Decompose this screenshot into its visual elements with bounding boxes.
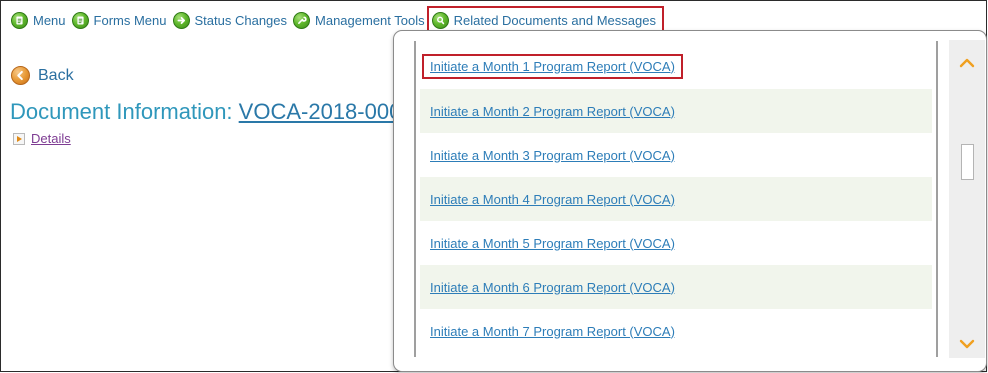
nav-forms-menu[interactable]: Forms Menu	[71, 11, 167, 29]
scrollbar[interactable]	[949, 40, 985, 358]
back-label: Back	[38, 66, 74, 84]
list-item[interactable]: Initiate a Month 6 Program Report (VOCA)	[420, 265, 932, 309]
back-arrow-icon	[11, 66, 30, 85]
list-item-label: Initiate a Month 7 Program Report (VOCA)	[430, 323, 675, 339]
nav-management-tools-label: Management Tools	[315, 12, 425, 28]
related-documents-list: Initiate a Month 1 Program Report (VOCA)…	[414, 41, 938, 357]
document-information-heading: Document Information: VOCA-2018-00005	[10, 99, 426, 125]
list-item-label: Initiate a Month 2 Program Report (VOCA)	[430, 103, 675, 119]
document-information-prefix: Document Information:	[10, 99, 233, 124]
list-item[interactable]: Initiate a Month 4 Program Report (VOCA)	[420, 177, 932, 221]
list-item[interactable]: Initiate a Month 5 Program Report (VOCA)	[420, 221, 932, 265]
list-item-label: Initiate a Month 5 Program Report (VOCA)	[430, 235, 675, 251]
nav-status-changes[interactable]: Status Changes	[172, 11, 288, 29]
green-page-icon	[11, 11, 28, 29]
list-item-label: Initiate a Month 1 Program Report (VOCA)	[422, 53, 683, 79]
details-toggle[interactable]: Details	[13, 131, 71, 146]
details-label: Details	[31, 131, 71, 146]
list-item-label: Initiate a Month 4 Program Report (VOCA)	[430, 191, 675, 207]
nav-status-changes-label: Status Changes	[194, 12, 288, 28]
list-item[interactable]: Initiate a Month 3 Program Report (VOCA)	[420, 133, 932, 177]
green-page-icon	[71, 11, 89, 29]
list-item-label: Initiate a Month 3 Program Report (VOCA)	[430, 147, 675, 163]
chevron-up-icon[interactable]	[958, 56, 976, 68]
green-magnifier-icon	[431, 11, 449, 29]
scrollbar-thumb[interactable]	[961, 144, 974, 180]
nav-management-tools[interactable]: Management Tools	[293, 11, 425, 29]
list-item[interactable]: Initiate a Month 1 Program Report (VOCA)	[420, 44, 932, 88]
list-item[interactable]: Initiate a Month 7 Program Report (VOCA)	[420, 309, 932, 353]
green-wrench-icon	[293, 11, 311, 29]
expand-triangle-icon	[13, 132, 25, 145]
nav-menu[interactable]: Menu	[11, 11, 66, 29]
back-button[interactable]: Back	[11, 66, 74, 85]
related-documents-popup: Initiate a Month 1 Program Report (VOCA)…	[393, 30, 987, 372]
nav-related-documents-label: Related Documents and Messages	[453, 12, 656, 28]
list-item[interactable]: Initiate a Month 2 Program Report (VOCA)	[420, 89, 932, 133]
nav-menu-label: Menu	[33, 12, 66, 28]
list-item-label: Initiate a Month 6 Program Report (VOCA)	[430, 279, 675, 295]
chevron-down-icon[interactable]	[958, 337, 976, 349]
green-arrow-icon	[172, 11, 190, 29]
nav-forms-menu-label: Forms Menu	[93, 12, 167, 28]
top-navigation: Menu Forms Menu Status Changes Managemen…	[11, 6, 670, 34]
